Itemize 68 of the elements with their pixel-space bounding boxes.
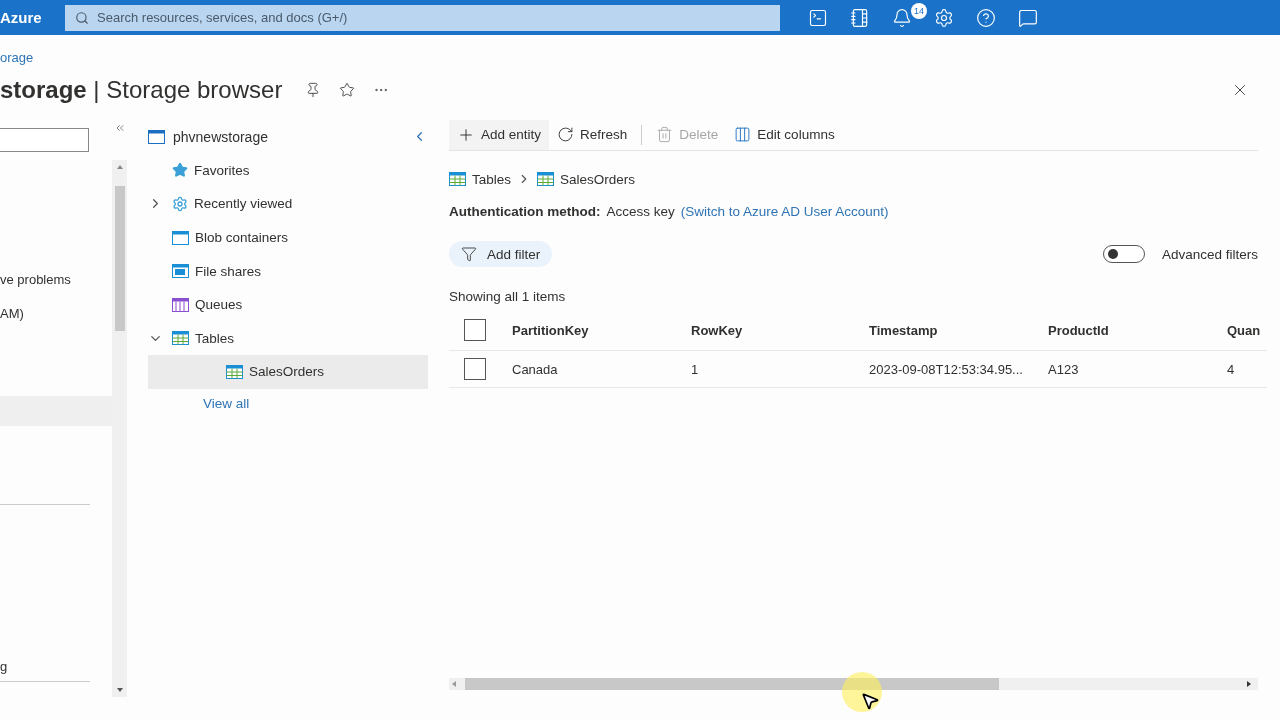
container-icon: [172, 230, 189, 245]
tree-item[interactable]: Favorites: [148, 153, 428, 188]
tree-item-label: Queues: [195, 297, 243, 313]
tree-item-label: Recently viewed: [194, 196, 293, 212]
storage-account-name[interactable]: phvnewstorage: [173, 128, 268, 145]
column-header[interactable]: PartitionKey: [512, 322, 589, 338]
table-cell: 1: [691, 361, 699, 377]
tree-item[interactable]: File shares: [148, 254, 428, 288]
tree-item[interactable]: Queues: [148, 287, 428, 322]
table-icon: [172, 331, 189, 346]
queue-icon: [172, 297, 189, 312]
toggle-label: Advanced filters: [1161, 246, 1258, 262]
breadcrumb-link[interactable]: orage: [0, 50, 34, 65]
view-all-link[interactable]: View all: [203, 395, 428, 411]
columns-icon: [734, 126, 752, 143]
nav-item[interactable]: AM): [0, 302, 112, 324]
column-header[interactable]: RowKey: [691, 322, 743, 338]
tree-item[interactable]: Tables: [148, 321, 428, 356]
auth-label: Authentication method:: [449, 203, 601, 219]
tree-item[interactable]: Recently viewed: [148, 187, 428, 221]
search-icon: [75, 10, 89, 25]
table-icon: [449, 172, 466, 186]
nav-item[interactable]: g: [0, 655, 112, 677]
search-field[interactable]: [0, 128, 89, 152]
table-cell: 2023-09-08T12:53:34.95...: [869, 361, 1023, 377]
table-cell: 4: [1227, 361, 1235, 377]
toolbar-button[interactable]: Edit columns: [726, 119, 843, 150]
add-filter-button[interactable]: Add filter: [449, 241, 553, 267]
scrollbar[interactable]: [449, 678, 1258, 690]
tree-item[interactable]: SalesOrders: [148, 355, 428, 389]
filter-icon: [461, 246, 477, 262]
scrollbar[interactable]: [112, 160, 127, 697]
toolbar-button[interactable]: Refresh: [549, 119, 636, 150]
path-link[interactable]: Tables: [472, 171, 512, 187]
column-header[interactable]: Quan: [1227, 322, 1261, 338]
tree-item-label: SalesOrders: [249, 364, 325, 380]
cursor-icon: [860, 691, 880, 711]
star-icon: [172, 162, 188, 179]
switch-auth-link[interactable]: (Switch to Azure AD User Account): [680, 203, 889, 219]
scroll-thumb[interactable]: [114, 186, 125, 331]
tree-item-label: Blob containers: [195, 230, 289, 246]
gear-icon: [172, 196, 188, 212]
select-all-checkbox[interactable]: [464, 319, 486, 341]
nav-item[interactable]: ve problems: [0, 268, 112, 290]
item-count: Showing all 1 items: [449, 289, 567, 304]
advanced-filters-toggle[interactable]: [1102, 245, 1145, 263]
row-checkbox[interactable]: [464, 358, 486, 380]
star-icon[interactable]: [338, 81, 357, 99]
path-link[interactable]: SalesOrders: [560, 171, 636, 187]
table-icon: [537, 172, 555, 186]
page-title: storage | Storage browser: [0, 76, 283, 104]
table-cell: Canada: [512, 361, 558, 377]
brand-name[interactable]: Azure: [0, 9, 65, 26]
notification-badge: 14: [911, 2, 927, 19]
tree-item-label: Favorites: [194, 162, 250, 178]
table-cell: A123: [1048, 361, 1079, 377]
table-icon: [226, 364, 243, 379]
tree-item-label: File shares: [195, 263, 262, 279]
auth-value: Access key: [606, 203, 675, 219]
tree-item-label: Tables: [195, 330, 235, 346]
toolbar-button[interactable]: Add entity: [449, 119, 550, 150]
tree-item[interactable]: Blob containers: [148, 220, 428, 255]
trash-icon: [656, 126, 674, 143]
refresh-icon: [557, 126, 575, 143]
column-header[interactable]: ProductId: [1048, 322, 1109, 338]
search-field[interactable]: Search resources, services, and docs (G+/): [65, 4, 780, 31]
column-header[interactable]: Timestamp: [869, 322, 938, 338]
scroll-thumb[interactable]: [465, 678, 999, 690]
